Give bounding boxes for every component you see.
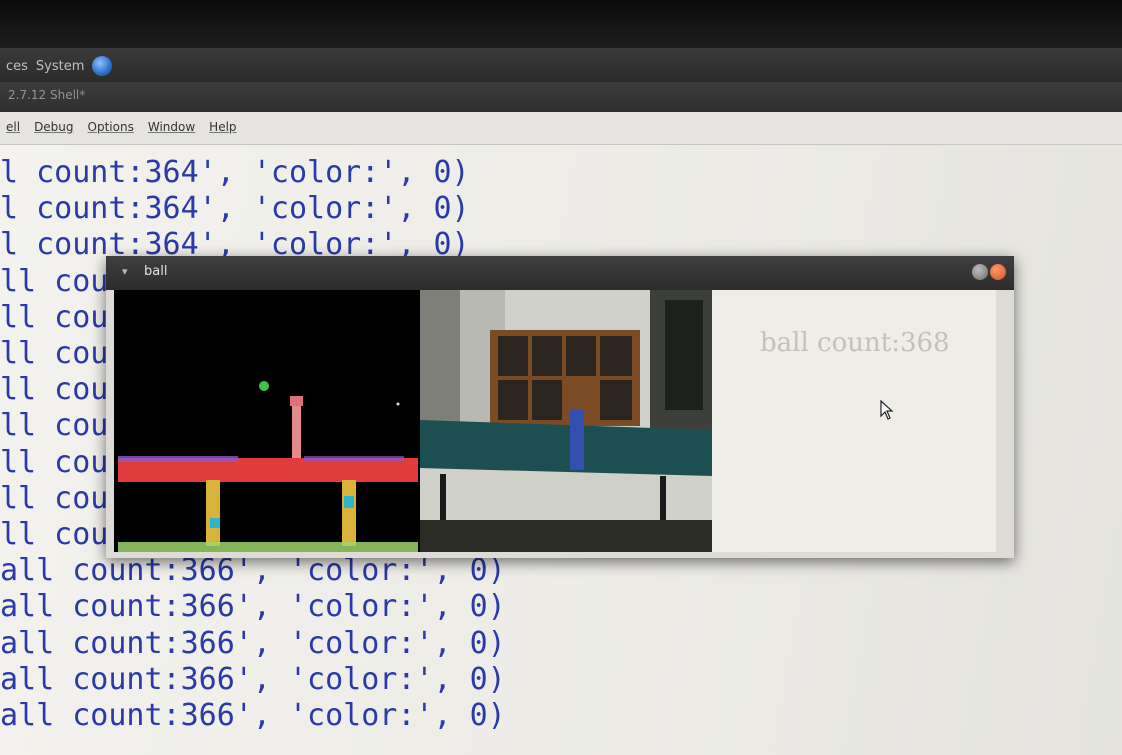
menu-window[interactable]: Window bbox=[148, 120, 195, 134]
shell-line-value: , 0) bbox=[397, 191, 470, 227]
shell-menubar: ell Debug Options Window Help bbox=[0, 112, 1122, 145]
menu-debug[interactable]: Debug bbox=[34, 120, 73, 134]
globe-icon[interactable] bbox=[92, 56, 113, 76]
shell-line-count: all count:366' bbox=[0, 661, 253, 697]
close-button[interactable] bbox=[990, 264, 1006, 280]
shell-line-key: 'color:' bbox=[289, 553, 434, 589]
shell-line-count: l count:364' bbox=[0, 191, 217, 227]
shell-line-value: , 0) bbox=[433, 589, 506, 625]
mask-image bbox=[114, 290, 420, 552]
shell-line-sep: , bbox=[216, 155, 253, 190]
shell-line-value: , 0) bbox=[433, 661, 506, 697]
mask-view bbox=[114, 290, 420, 552]
shell-line-sep: , bbox=[216, 191, 253, 227]
shell-line-key: 'color:' bbox=[289, 698, 434, 734]
shell-output-line: all count:366', 'color:', 0) bbox=[0, 589, 506, 625]
shell-line-count: all count:366' bbox=[0, 698, 253, 734]
shell-line-key: 'color:' bbox=[289, 661, 434, 697]
shell-line-value: , 0) bbox=[433, 553, 506, 589]
minimize-button[interactable] bbox=[972, 264, 988, 280]
shell-line-count: all count:366' bbox=[0, 625, 253, 661]
camera-view bbox=[420, 290, 712, 552]
shell-titlebar: 2.7.12 Shell* bbox=[0, 82, 1122, 112]
shell-line-count: all count:366' bbox=[0, 553, 253, 589]
shell-output-line: l count:364', 'color:', 0) bbox=[0, 155, 506, 191]
monitor-bezel bbox=[0, 0, 1122, 48]
menu-options[interactable]: Options bbox=[88, 120, 134, 134]
shell-line-key: 'color:' bbox=[252, 155, 398, 190]
opencv-window-title: ball bbox=[144, 264, 168, 279]
menu-places[interactable]: ces bbox=[6, 59, 28, 74]
mouse-cursor-icon bbox=[880, 400, 894, 420]
shell-line-sep: , bbox=[252, 698, 289, 734]
shell-line-sep: , bbox=[252, 661, 289, 697]
ball-count-view: ball count:368 bbox=[712, 290, 996, 552]
opencv-titlebar[interactable]: ▾ ball bbox=[106, 256, 1014, 290]
shell-line-key: 'color:' bbox=[289, 589, 434, 625]
menu-system[interactable]: System bbox=[36, 59, 84, 74]
shell-line-value: , 0) bbox=[397, 155, 470, 190]
shell-line-count: l count:364' bbox=[0, 155, 217, 190]
shell-output-line: all count:366', 'color:', 0) bbox=[0, 553, 506, 589]
shell-line-value: , 0) bbox=[433, 698, 506, 734]
shell-title: 2.7.12 Shell* bbox=[8, 88, 86, 102]
shell-output-line: all count:366', 'color:', 0) bbox=[0, 626, 506, 662]
shell-output-line: all count:366', 'color:', 0) bbox=[0, 662, 506, 698]
ball-count-label: ball count:368 bbox=[760, 328, 950, 358]
shell-output-line: l count:364', 'color:', 0) bbox=[0, 191, 506, 227]
menu-help[interactable]: Help bbox=[209, 120, 236, 134]
shell-line-sep: , bbox=[252, 625, 289, 661]
shell-line-key: 'color:' bbox=[289, 625, 434, 661]
menu-shell[interactable]: ell bbox=[6, 120, 20, 134]
top-panel: ces System bbox=[0, 48, 1122, 82]
top-menu: ces System bbox=[6, 56, 113, 76]
shell-line-key: 'color:' bbox=[252, 191, 398, 227]
shell-line-sep: , bbox=[252, 553, 289, 589]
window-menu-icon[interactable]: ▾ bbox=[122, 265, 128, 278]
shell-line-sep: , bbox=[252, 589, 289, 625]
shell-line-value: , 0) bbox=[433, 625, 506, 661]
shell-output-line: all count:366', 'color:', 0) bbox=[0, 698, 506, 734]
shell-line-count: all count:366' bbox=[0, 589, 253, 625]
opencv-window[interactable]: ▾ ball ball count:368 bbox=[106, 256, 1014, 558]
camera-image bbox=[420, 290, 712, 552]
